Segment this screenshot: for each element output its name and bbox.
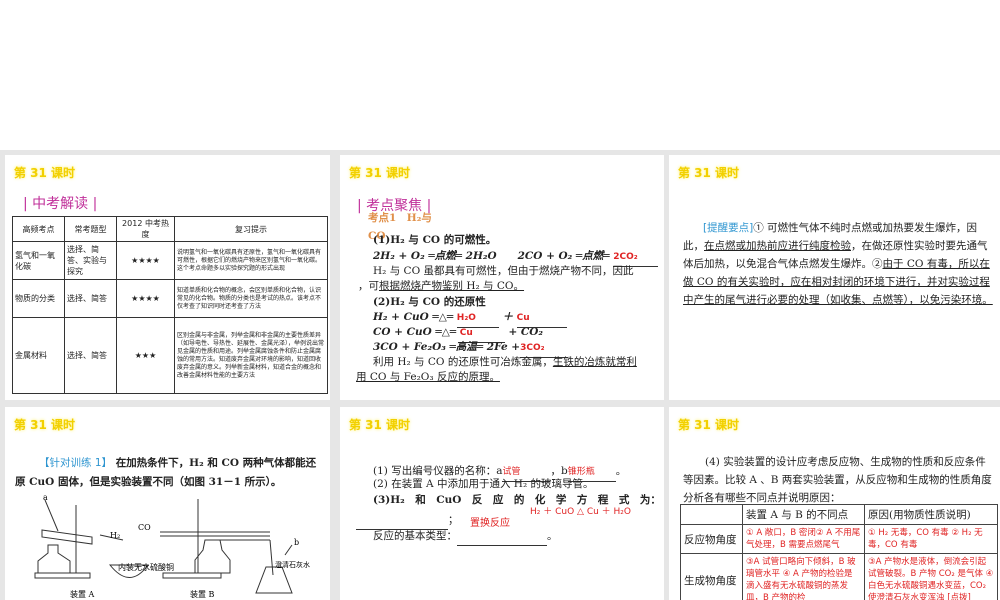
table-row: 物质的分类 选择、简答 ★★★★ 知道单质和化合物的概念，会区别单质和化合物，认识常见… (12, 279, 328, 318)
table-row: 反应物角度 ① A 敞口，B 密闭② A 不用尾气处理，B 需要点燃尾气 ① H₂ … (680, 524, 998, 554)
cell: 选择、简答 (64, 317, 117, 394)
cell: ① A 敞口，B 密闭② A 不用尾气处理，B 需要点燃尾气 (742, 524, 865, 554)
cell: 氢气和一氧化碳 (12, 241, 65, 280)
underlined-text: 根据燃烧产物鉴别 H₂ 与 CO。 (379, 280, 525, 292)
slide-title: 第 31 课时 (678, 418, 740, 432)
col-header: 复习提示 (174, 216, 328, 242)
cell: 选择、简答 (64, 279, 117, 318)
label-apparatus-a: 装置 A (70, 589, 95, 599)
reminder-tag: [提醒要点] (703, 222, 754, 234)
cell: ① H₂ 无毒，CO 有毒 ② H₂ 无毒，CO 有毒 (864, 524, 998, 554)
question-4-intro: (4) 实验装置的设计应考虑反应物、生成物的性质和反应条件等因素。比较 A 、B… (683, 456, 992, 504)
cell: 区别金属与非金属，列举金属和非金属的主要性质差异（如导电性、导热性、延展性、金属… (174, 317, 328, 394)
cell: ★★★★ (116, 241, 175, 280)
slide-title: 第 31 课时 (678, 166, 740, 180)
text: 利用 H₂ 与 CO 的还原性可冶炼金属， (373, 356, 553, 368)
answer-equation: H₂ ＋ CuO △ Cu ＋ H₂O (530, 507, 631, 517)
cell: 知道单质和化合物的概念，会区别单质和化合物，认识常见的化合物。物质的分类也是考试… (174, 279, 328, 318)
question-4: 反应的基本类型： (373, 530, 457, 542)
col-header: 2012 中考热度 (116, 216, 175, 242)
cell: ★★★★ (116, 279, 175, 318)
label-b: b (294, 538, 299, 547)
slide-title: 第 31 课时 (349, 418, 411, 432)
test-tube (41, 529, 93, 545)
cell: 金属材料 (12, 317, 65, 394)
equation: H₂ + CuO ═△═ (373, 311, 454, 323)
slide-title: 第 31 课时 (349, 166, 411, 180)
label-co: CO (138, 523, 151, 532)
slide-5[interactable]: 第 31 课时 (1) 写出编号仪器的名称：a试管 ，b锥形瓶。 (2) 在装置 … (340, 407, 664, 600)
col-header: 常考题型 (64, 216, 117, 242)
apparatus-figure: a H₂ CO b 内装无水硫酸铜 澄清石灰水 装置 A 装置 B (34, 495, 310, 599)
conical-flask (255, 566, 293, 594)
row-label: 反应物角度 (680, 524, 743, 554)
alcohol-lamp (37, 544, 71, 574)
slide-3[interactable]: 第 31 课时 [提醒要点]① 可燃性气体不纯时点燃或加热要发生爆炸，因此，在点… (669, 155, 1000, 400)
slide-title: 第 31 课时 (14, 418, 76, 432)
table-row: 生成物角度 ③A 试管口略向下倾斜，B 玻璃管水平 ④ A 产物的检验是滴入盛有无… (680, 553, 998, 600)
cell: ③A 试管口略向下倾斜，B 玻璃管水平 ④ A 产物的检验是滴入盛有无水硫酸铜的… (742, 553, 865, 600)
col-header: 高频考点 (12, 216, 65, 242)
table-row: 金属材料 选择、简答 ★★★ 区别金属与非金属，列举金属和非金属的主要性质差异（如导电… (12, 317, 328, 394)
text: ，可 (358, 280, 379, 292)
underlined-text: 生铁的冶炼就常利 (552, 356, 637, 368)
table-row: 氢气和一氧化碳 选择、简答、实验与探究 ★★★★ 说明氢气和一氧化碳具有还原性，氢气和… (12, 241, 328, 280)
col-header (680, 504, 743, 525)
label-a: a (43, 495, 48, 502)
row-label: 生成物角度 (680, 553, 743, 600)
equation: 2H₂ + O₂ ═点燃═ 2H₂O 2CO + O₂ ═点燃═ (373, 250, 610, 262)
slide-4[interactable]: 第 31 课时 【针对训练 1】 在加热条件下，H₂ 和 CO 两种气体都能还原… (5, 407, 330, 600)
slide-6[interactable]: 第 31 课时 (4) 实验装置的设计应考虑反应物、生成物的性质和反应条件等因素… (669, 407, 1000, 600)
exercise-tag: 【针对训练 1】 (39, 457, 113, 469)
equation: CO + CuO ═△═ (373, 326, 457, 338)
cell: 说明氢气和一氧化碳具有还原性，氢气和一氧化碳具有可燃性，根据它们的燃烧产物来区别… (174, 241, 328, 280)
equation: 3CO + Fe₂O₃ ═高温═ 2Fe + (373, 341, 521, 353)
col-header: 装置 A 与 B 的不同点 (742, 504, 865, 525)
text: 。 (615, 465, 627, 477)
exam-table: 高频考点 常考题型 2012 中考热度 复习提示 氢气和一氧化碳 选择、简答、实验与探究… (12, 216, 328, 394)
col-header: 原因(用物质性质说明) (864, 504, 998, 525)
label-dish: 内装无水硫酸铜 (118, 562, 174, 572)
comparison-table: 装置 A 与 B 的不同点 原因(用物质性质说明) 反应物角度 ① A 敞口，B 密… (680, 504, 998, 600)
section-heading: | 中考解读 | (23, 196, 98, 212)
cell: 物质的分类 (12, 279, 65, 318)
text: ； (448, 514, 459, 526)
stand-base (34, 572, 91, 579)
cell: ③A 产物水是液体，倒流会引起试管破裂。B 产物 CO₂ 是气体 ④ 白色无水硫… (864, 553, 998, 600)
underlined-text: 在点燃或加热前应进行纯度检验 (704, 240, 851, 252)
equation: + CO₂ (508, 326, 543, 338)
cell: ★★★ (116, 317, 175, 394)
label-apparatus-b: 装置 B (190, 589, 215, 599)
text: 。 (547, 530, 558, 542)
label-lime: 澄清石灰水 (275, 560, 310, 569)
label-h2: H₂ (110, 531, 120, 540)
slide-1[interactable]: 第 31 课时 | 中考解读 | 高频考点 常考题型 2012 中考热度 复习提示 氢… (5, 155, 330, 400)
slide-2[interactable]: 第 31 课时 | 考点聚焦 | 考点1 H₂与 CO (1)H₂ 与 CO 的… (340, 155, 664, 400)
slide-title: 第 31 课时 (14, 166, 76, 180)
cell: 选择、简答、实验与探究 (64, 241, 117, 280)
underlined-text: 用 CO 与 Fe₂O₃ 反应的原理。 (356, 371, 500, 383)
